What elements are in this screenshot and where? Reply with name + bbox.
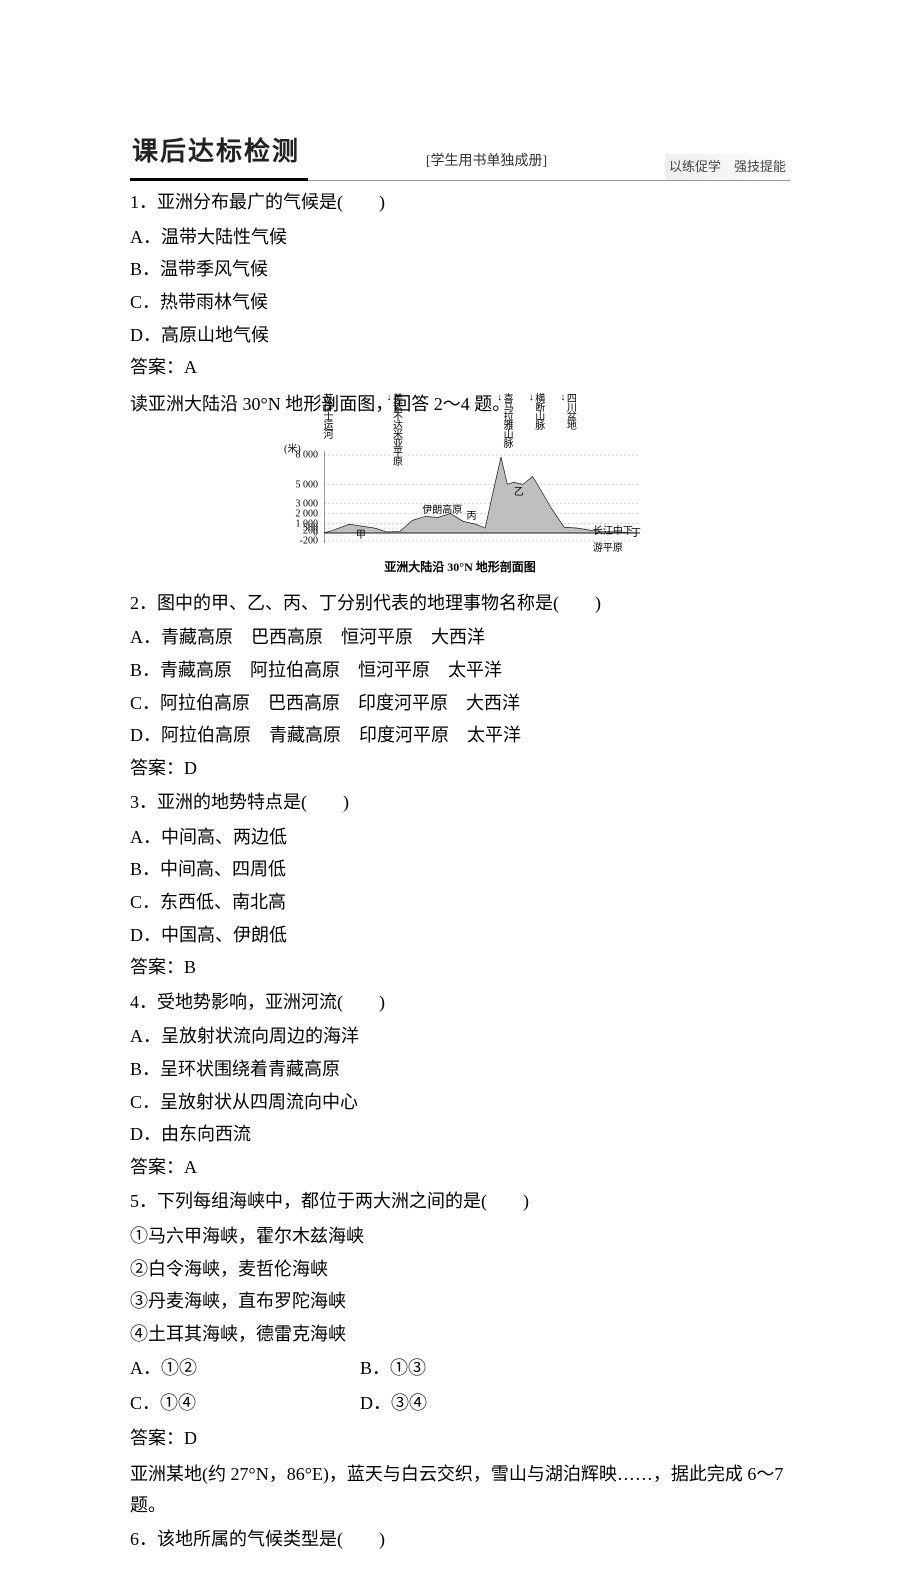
q5-item-1: ①马六甲海峡，霍尔木兹海峡 [130, 1221, 790, 1252]
q2-stem: 2．图中的甲、乙、丙、丁分别代表的地理事物名称是( ) [130, 588, 790, 619]
q4-opt-A: A．呈放射状流向周边的海洋 [130, 1021, 790, 1052]
y-tick-label: 3 000 [296, 496, 319, 513]
q3-opt-B: B．中间高、四周低 [130, 854, 790, 885]
q5-stem: 5．下列每组海峡中，都位于两大洲之间的是( ) [130, 1186, 790, 1217]
q2-opt-A: A．青藏高原 巴西高原 恒河平原 大西洋 [130, 622, 790, 653]
y-tick-label: 8 000 [296, 447, 319, 464]
q2-opt-B: B．青藏高原 阿拉伯高原 恒河平原 太平洋 [130, 655, 790, 686]
q1-opt-C: C．热带雨林气候 [130, 287, 790, 318]
q3-opt-D: D．中国高、伊朗低 [130, 920, 790, 951]
section-header: 课后达标检测 [学生用书单独成册] 以练促学 强技提能 [130, 130, 790, 181]
chart-caption: 亚洲大陆沿 30°N 地形剖面图 [280, 557, 640, 577]
q5-item-2: ②白令海峡，麦哲伦海峡 [130, 1254, 790, 1285]
chart-inline-label: 甲 [356, 527, 366, 544]
figure-intro: 读亚洲大陆沿 30°N 地形剖面图，回答 2～4 题。 [130, 389, 790, 420]
y-tick-label: 5 000 [296, 476, 319, 493]
header-tag: 以练促学 强技提能 [665, 154, 790, 181]
q2-answer: 答案：D [130, 753, 790, 784]
q1-answer: 答案：A [130, 352, 790, 383]
q6-stem: 6．该地所属的气候类型是( ) [130, 1524, 790, 1555]
q5-opt-D: D．③④ [360, 1388, 590, 1419]
chart-inline-label: 伊朗高原 [422, 502, 462, 519]
q4-answer: 答案：A [130, 1152, 790, 1183]
q1-opt-A: A．温带大陆性气候 [130, 222, 790, 253]
q1-stem: 1．亚洲分布最广的气候是( ) [130, 187, 790, 218]
chart-top-label: 横断山脉↓ [529, 393, 543, 429]
q5-answer: 答案：D [130, 1423, 790, 1454]
chart-top-label: 苏伊士运河↓ [317, 393, 331, 438]
section-title: 课后达标检测 [130, 130, 308, 181]
terrain-profile-chart: (米) -20002005001 0002 0003 0005 0008 000… [280, 423, 640, 577]
q4-opt-B: B．呈环状围绕着青藏高原 [130, 1054, 790, 1085]
chart-inline-label: 丙 [467, 508, 477, 525]
q5-opt-C: C．①④ [130, 1388, 360, 1419]
q1-opt-B: B．温带季风气候 [130, 254, 790, 285]
chart-inline-label: 丁 [631, 525, 641, 542]
q5-opt-B: B．①③ [360, 1353, 590, 1384]
q2-opt-D: D．阿拉伯高原 青藏高原 印度河平原 太平洋 [130, 720, 790, 751]
q5-item-4: ④土耳其海峡，德雷克海峡 [130, 1319, 790, 1350]
q2-opt-C: C．阿拉伯高原 巴西高原 印度河平原 大西洋 [130, 688, 790, 719]
chart-inline-label: 乙 [514, 484, 524, 501]
q4-stem: 4．受地势影响，亚洲河流( ) [130, 987, 790, 1018]
q3-opt-A: A．中间高、两边低 [130, 822, 790, 853]
q4-opt-D: D．由东向西流 [130, 1119, 790, 1150]
q3-stem: 3．亚洲的地势特点是( ) [130, 787, 790, 818]
q5-opt-A: A．①② [130, 1353, 360, 1384]
q4-opt-C: C．呈放射状从四周流向中心 [130, 1087, 790, 1118]
q1-opt-D: D．高原山地气候 [130, 320, 790, 351]
q3-answer: 答案：B [130, 952, 790, 983]
chart-top-label: 喜马拉雅山脉↓ [497, 393, 511, 447]
y-axis: -20002005001 0002 0003 0005 0008 000 [280, 423, 322, 553]
booklet-note: [学生用书单独成册] [308, 150, 665, 180]
chart-top-label: 四川盆地↓ [560, 393, 574, 429]
chart-top-label: 美索不达米亚平原↓ [387, 393, 401, 465]
q3-opt-C: C．东西低、南北高 [130, 887, 790, 918]
stem-6-7: 亚洲某地(约 27°N，86°E)，蓝天与白云交织，雪山与湖泊辉映……，据此完成… [130, 1459, 790, 1520]
